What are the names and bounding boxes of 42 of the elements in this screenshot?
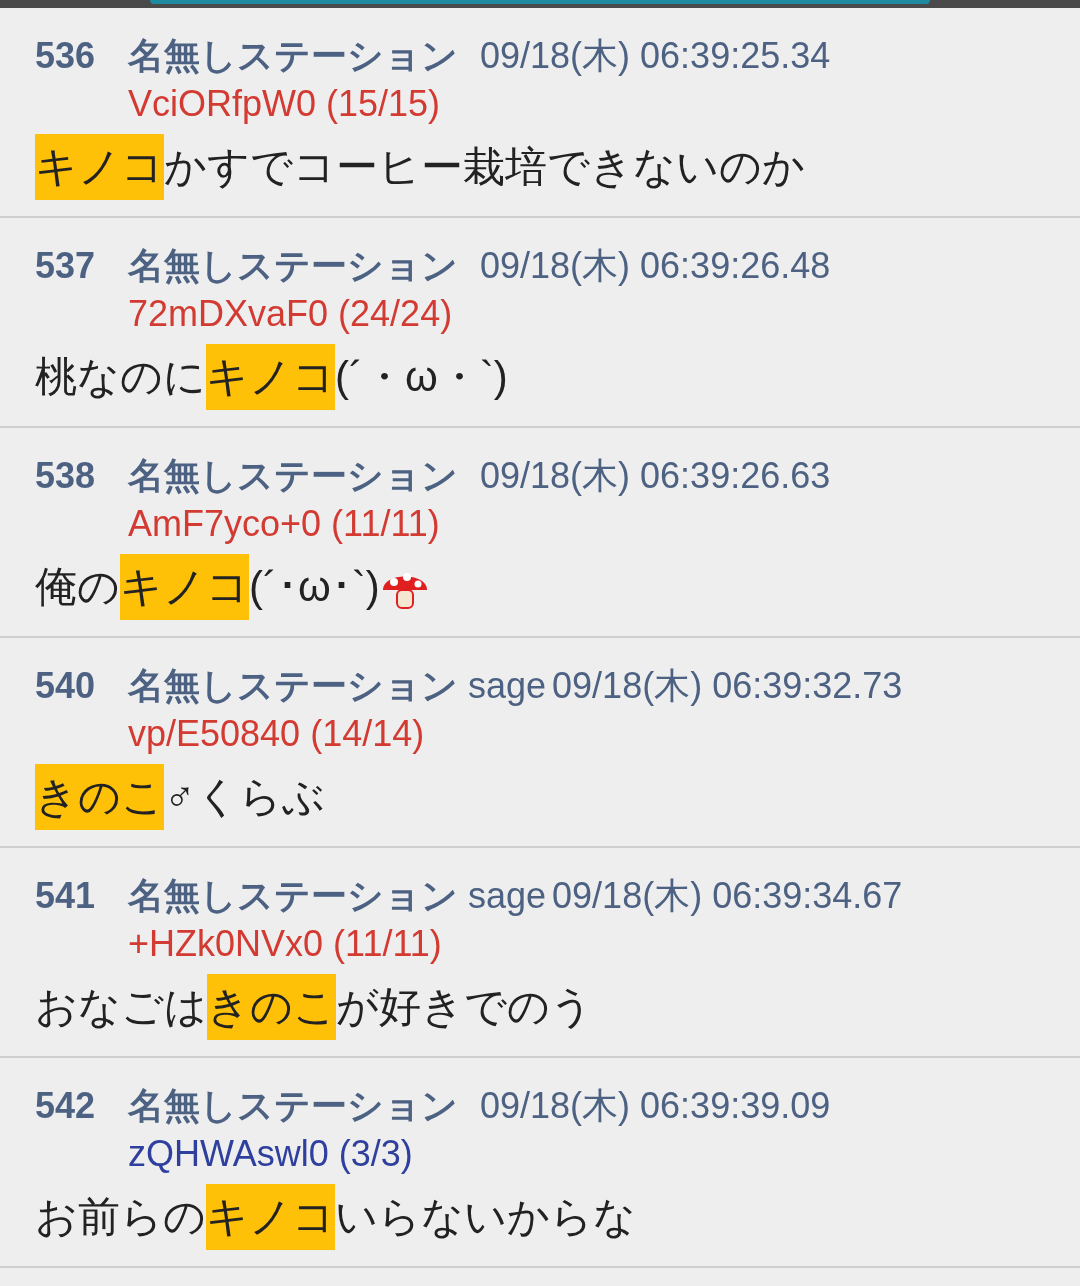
poster-id: AmF7yco+0 (11/11) [128,503,440,544]
highlighted-text: キノコ [206,1184,335,1250]
post-number: 536 [35,34,97,78]
poster-name: 名無しステーション [128,1085,458,1126]
post-text: お前らの [35,1192,206,1242]
poster-id: VciORfpW0 (15/15) [128,83,441,124]
post-number: 541 [35,874,97,918]
poster-name: 名無しステーション [128,665,458,706]
post-text: ♂くらぶ [164,772,325,822]
poster-name: 名無しステーション [128,245,458,286]
post-number: 538 [35,454,97,498]
poster-id: +HZk0NVx0 (11/11) [128,923,442,964]
highlighted-text: きのこ [207,974,336,1040]
poster-name: 名無しステーション [128,35,458,76]
post-date: 09/18(木) 06:39:32.73 [552,665,903,706]
highlighted-text: キノコ [120,554,249,620]
post-text: かすでコーヒー栽培できないのか [164,142,805,192]
post-date: 09/18(木) 06:39:39.09 [480,1085,831,1126]
post-text: 俺の [35,562,120,612]
post-text: 桃なのに [35,352,206,402]
poster-name: 名無しステーション [128,875,458,916]
highlighted-text: キノコ [35,134,164,200]
post-text: (´･ω･`) [249,562,380,612]
highlighted-text: キノコ [206,344,335,410]
poster-id: zQHWAswl0 (3/3) [128,1133,413,1174]
post-number: 542 [35,1084,97,1128]
post-date: 09/18(木) 06:39:26.48 [480,245,831,286]
post-date: 09/18(木) 06:39:26.63 [480,455,831,496]
poster-name: 名無しステーション [128,455,458,496]
post-date: 09/18(木) 06:39:25.34 [480,35,831,76]
post-text: が好きでのう [336,982,593,1032]
post-text: おなごは [35,982,207,1032]
poster-id: vp/E50840 (14/14) [128,713,425,754]
post-text: (´・ω・`) [335,352,508,402]
highlighted-text: きのこ [35,764,164,830]
post-date: 09/18(木) 06:39:34.67 [552,875,903,916]
mail-field: sage [468,875,547,916]
post-text: いらないからな [335,1192,636,1242]
mail-field: sage [468,665,547,706]
post-number: 537 [35,244,97,288]
post-number: 540 [35,664,97,708]
poster-id: 72mDXvaF0 (24/24) [128,293,453,334]
